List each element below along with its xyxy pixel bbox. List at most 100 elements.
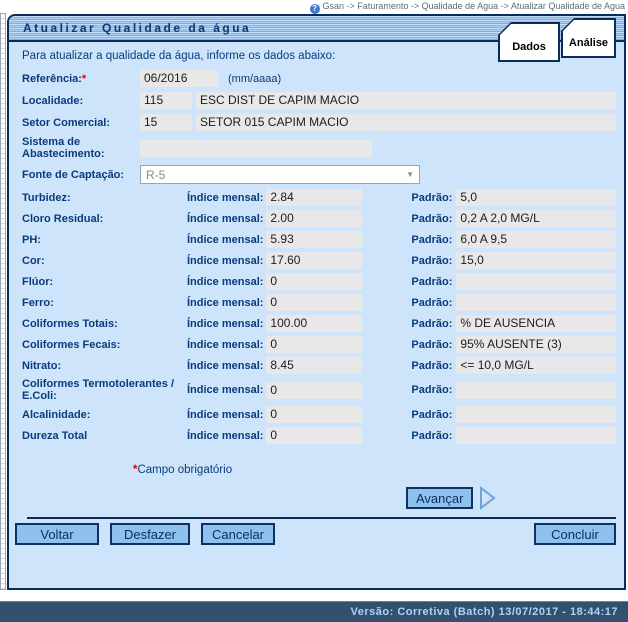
- param-row-alcalinidade: Alcalinidade: Índice mensal: 0 Padrão:: [22, 406, 618, 423]
- param-row-dureza-total: Dureza Total Índice mensal: 0 Padrão:: [22, 427, 618, 444]
- monthly-index-label: Índice mensal:: [187, 430, 263, 442]
- param-label: Dureza Total: [22, 430, 187, 442]
- form-body: Para atualizar a qualidade da água, info…: [9, 44, 624, 588]
- standard-label: Padrão:: [411, 430, 452, 442]
- required-asterisk: *: [82, 73, 86, 85]
- param-row-nitrato: Nitrato: Índice mensal: 8.45 Padrão: <= …: [22, 357, 618, 374]
- help-icon[interactable]: ?: [310, 4, 320, 14]
- required-field-note: *Campo obrigatório: [133, 464, 618, 476]
- param-label: Cloro Residual:: [22, 213, 187, 225]
- commercial-sector-code-input[interactable]: 15: [140, 114, 192, 131]
- monthly-index-input[interactable]: 0: [266, 273, 362, 290]
- monthly-index-input[interactable]: 0: [266, 294, 362, 311]
- standard-label: Padrão:: [411, 360, 452, 372]
- monthly-index-input[interactable]: 2.00: [266, 210, 362, 227]
- gsan-app: ?Gsan -> Faturamento -> Qualidade de Agu…: [0, 0, 628, 622]
- param-label: Nitrato:: [22, 360, 187, 372]
- version-text: Versão: Corretiva (Batch) 13/07/2017 - 1…: [351, 606, 618, 618]
- standard-label: Padrão:: [411, 297, 452, 309]
- monthly-index-label: Índice mensal:: [187, 339, 263, 351]
- monthly-index-input[interactable]: 5.93: [266, 231, 362, 248]
- tab-dados-label: Dados: [500, 24, 558, 60]
- monthly-index-input[interactable]: 17.60: [266, 252, 362, 269]
- standard-field[interactable]: 95% AUSENTE (3): [456, 336, 616, 353]
- reference-label: Referência:*: [22, 73, 140, 85]
- standard-label: Padrão:: [411, 339, 452, 351]
- standard-field[interactable]: [456, 294, 616, 311]
- cancel-button[interactable]: Cancelar: [201, 523, 275, 545]
- advance-button[interactable]: Avançar: [406, 487, 473, 509]
- param-label: Coliformes Termotolerantes / E.Coli:: [22, 378, 187, 402]
- locality-code-input[interactable]: 115: [140, 92, 192, 109]
- monthly-index-label: Índice mensal:: [187, 409, 263, 421]
- capture-source-value: R-5: [146, 168, 165, 182]
- supply-system-label: Sistema de Abastecimento:: [22, 136, 140, 160]
- monthly-index-input[interactable]: 8.45: [266, 357, 362, 374]
- standard-field[interactable]: <= 10,0 MG/L: [456, 357, 616, 374]
- commercial-sector-row: Setor Comercial: 15 SETOR 015 CAPIM MACI…: [22, 114, 618, 131]
- advance-arrow-icon[interactable]: [479, 486, 497, 510]
- monthly-index-input[interactable]: 0: [266, 427, 362, 444]
- locality-label: Localidade:: [22, 95, 140, 107]
- standard-field[interactable]: [456, 382, 616, 399]
- commercial-sector-label: Setor Comercial:: [22, 117, 140, 129]
- supply-system-field[interactable]: [140, 140, 372, 157]
- tab-analise[interactable]: Análise: [561, 18, 616, 58]
- back-button[interactable]: Voltar: [15, 523, 99, 545]
- standard-field[interactable]: [456, 406, 616, 423]
- param-row-ph: PH: Índice mensal: 5.93 Padrão: 6,0 A 9,…: [22, 231, 618, 248]
- undo-button[interactable]: Desfazer: [110, 523, 190, 545]
- standard-label: Padrão:: [411, 234, 452, 246]
- reference-input[interactable]: 06/2016: [140, 70, 218, 87]
- standard-field[interactable]: 6,0 A 9,5: [456, 231, 616, 248]
- standard-field[interactable]: 5,0: [456, 189, 616, 206]
- param-row-coliformes-termotolerantes: Coliformes Termotolerantes / E.Coli: Índ…: [22, 378, 618, 402]
- monthly-index-input[interactable]: 100.00: [266, 315, 362, 332]
- tab-dados[interactable]: Dados: [498, 22, 560, 62]
- param-label: Coliformes Totais:: [22, 318, 187, 330]
- advance-row: Avançar: [406, 486, 618, 510]
- supply-system-row: Sistema de Abastecimento:: [22, 136, 618, 160]
- monthly-index-label: Índice mensal:: [187, 384, 263, 396]
- param-row-turbidez: Turbidez: Índice mensal: 2.84 Padrão: 5,…: [22, 189, 618, 206]
- capture-source-select[interactable]: R-5 ▼: [140, 165, 420, 184]
- param-label: Ferro:: [22, 297, 187, 309]
- monthly-index-input[interactable]: 0: [266, 406, 362, 423]
- finish-button[interactable]: Concluir: [534, 523, 616, 545]
- standard-field[interactable]: [456, 273, 616, 290]
- param-label: Turbidez:: [22, 192, 187, 204]
- footer-bar: Versão: Corretiva (Batch) 13/07/2017 - 1…: [0, 601, 628, 622]
- param-label: Flúor:: [22, 276, 187, 288]
- param-row-cloro-residual: Cloro Residual: Índice mensal: 2.00 Padr…: [22, 210, 618, 227]
- param-row-cor: Cor: Índice mensal: 17.60 Padrão: 15,0: [22, 252, 618, 269]
- param-label: Coliformes Fecais:: [22, 339, 187, 351]
- monthly-index-input[interactable]: 2.84: [266, 189, 362, 206]
- param-label: PH:: [22, 234, 187, 246]
- monthly-index-label: Índice mensal:: [187, 276, 263, 288]
- standard-label: Padrão:: [411, 276, 452, 288]
- standard-label: Padrão:: [411, 409, 452, 421]
- standard-field[interactable]: % DE AUSENCIA: [456, 315, 616, 332]
- monthly-index-input[interactable]: 0: [266, 382, 362, 399]
- button-separator-line: [27, 517, 616, 519]
- locality-name-field[interactable]: ESC DIST DE CAPIM MACIO: [196, 92, 616, 109]
- standard-label: Padrão:: [411, 384, 452, 396]
- dropdown-arrow-icon: ▼: [406, 170, 414, 179]
- commercial-sector-name-field[interactable]: SETOR 015 CAPIM MACIO: [196, 114, 616, 131]
- required-note-text: Campo obrigatório: [137, 464, 232, 476]
- param-row-ferro: Ferro: Índice mensal: 0 Padrão:: [22, 294, 618, 311]
- action-buttons-row: Voltar Desfazer Cancelar Concluir: [15, 523, 616, 545]
- monthly-index-label: Índice mensal:: [187, 318, 263, 330]
- monthly-index-input[interactable]: 0: [266, 336, 362, 353]
- monthly-index-label: Índice mensal:: [187, 213, 263, 225]
- breadcrumb-text: Gsan -> Faturamento -> Qualidade de Agua…: [323, 1, 625, 11]
- param-row-coliformes-fecais: Coliformes Fecais: Índice mensal: 0 Padr…: [22, 336, 618, 353]
- reference-row: Referência:* 06/2016 (mm/aaaa): [22, 70, 618, 87]
- standard-field[interactable]: [456, 427, 616, 444]
- monthly-index-label: Índice mensal:: [187, 192, 263, 204]
- standard-field[interactable]: 0,2 A 2,0 MG/L: [456, 210, 616, 227]
- standard-field[interactable]: 15,0: [456, 252, 616, 269]
- standard-label: Padrão:: [411, 192, 452, 204]
- param-row-fluor: Flúor: Índice mensal: 0 Padrão:: [22, 273, 618, 290]
- standard-label: Padrão:: [411, 318, 452, 330]
